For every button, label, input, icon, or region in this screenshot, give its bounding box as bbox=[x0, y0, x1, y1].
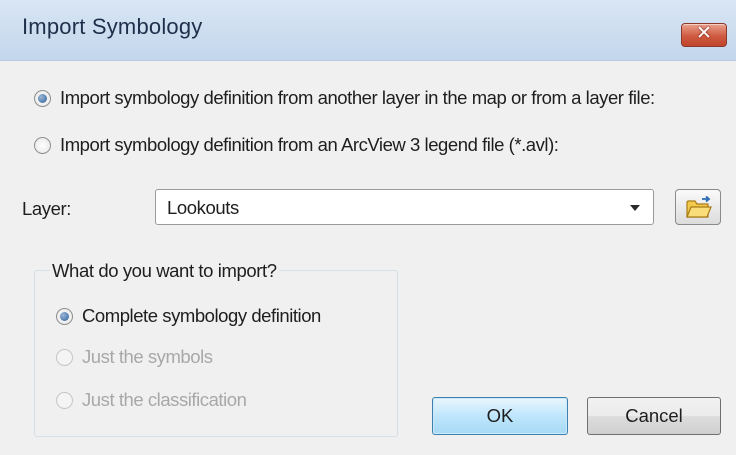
radio-just-symbols: Just the symbols bbox=[56, 346, 213, 368]
folder-open-icon bbox=[686, 196, 712, 218]
radio-just-symbols-label: Just the symbols bbox=[82, 346, 213, 367]
title-bar[interactable]: Import Symbology ✕ bbox=[0, 0, 736, 61]
chevron-down-icon[interactable] bbox=[630, 205, 640, 211]
layer-dropdown[interactable]: Lookouts bbox=[155, 189, 654, 225]
radio-button-disabled bbox=[56, 348, 73, 366]
layer-label: Layer: bbox=[22, 198, 72, 219]
ok-button[interactable]: OK bbox=[432, 397, 568, 435]
radio-complete-symbology[interactable]: Complete symbology definition bbox=[56, 305, 321, 327]
browse-layer-file-button[interactable] bbox=[675, 189, 721, 225]
radio-just-classification-label: Just the classification bbox=[82, 389, 247, 410]
radio-import-from-layer-label: Import symbology definition from another… bbox=[60, 87, 655, 108]
layer-dropdown-value: Lookouts bbox=[167, 197, 239, 218]
close-icon: ✕ bbox=[696, 23, 712, 44]
radio-complete-symbology-label: Complete symbology definition bbox=[82, 305, 321, 326]
cancel-button[interactable]: Cancel bbox=[587, 397, 721, 435]
import-symbology-dialog: Import Symbology ✕ Import symbology defi… bbox=[0, 0, 736, 455]
radio-button-checked[interactable] bbox=[34, 89, 51, 107]
radio-button[interactable] bbox=[34, 136, 51, 154]
radio-button-checked[interactable] bbox=[56, 307, 73, 325]
radio-import-from-avl-label: Import symbology definition from an ArcV… bbox=[60, 134, 559, 155]
radio-just-classification: Just the classification bbox=[56, 389, 247, 411]
radio-button-disabled bbox=[56, 391, 73, 409]
radio-import-from-avl[interactable]: Import symbology definition from an ArcV… bbox=[34, 134, 559, 156]
import-options-legend: What do you want to import? bbox=[50, 260, 279, 282]
window-title: Import Symbology bbox=[22, 14, 203, 39]
radio-import-from-layer[interactable]: Import symbology definition from another… bbox=[34, 87, 655, 109]
close-button[interactable]: ✕ bbox=[681, 23, 727, 47]
